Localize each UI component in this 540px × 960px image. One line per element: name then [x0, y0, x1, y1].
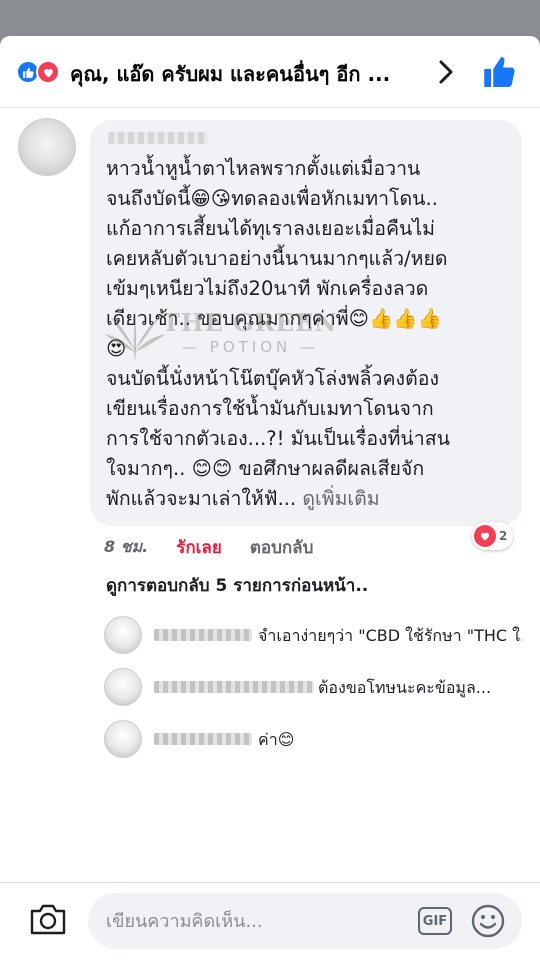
comment-body: หาวน้ำหูน้ำตาไหลพรากตั้งแต่เมื่อวาน จนถึ… [106, 154, 514, 514]
comment-timestamp: 8 ชม. [104, 536, 149, 556]
comment-line: เขียนเรื่องการใช้น้ำมันกับเมทาโดนจาก [106, 397, 434, 420]
commenter-name-blurred[interactable] [108, 132, 208, 144]
avatar[interactable] [104, 616, 142, 654]
comment-bubble[interactable]: หาวน้ำหูน้ำตาไหลพรากตั้งแต่เมื่อวาน จนถึ… [90, 120, 522, 526]
comment-composer: GIF [0, 882, 540, 960]
smiley-icon[interactable] [470, 903, 506, 939]
reply-author-blurred[interactable] [154, 681, 314, 693]
avatar[interactable] [104, 720, 142, 758]
comment-line: จนบัดนี้นั่งหน้าโน๊ตบุ๊คหัวโล่งพลิ้วคงต้… [106, 367, 439, 390]
comment-line: การใช้จากตัวเอง...?! มันเป็นเรื่องที่น่า… [106, 427, 450, 450]
comment-line-last: พักแล้วจะมาเล่าให้ฟั... ดูเพิ่มเติม [106, 484, 514, 514]
reply-text: ต้องขอโทษนะคะข้อมูล... [318, 678, 492, 697]
reply-text: จำเอาง่ายๆว่า "CBD ใช้รักษา "THC ใ... [258, 626, 522, 645]
reactions-header[interactable]: คุณ, แอ๊ด ครับผม และคนอื่นๆ อีก ... [0, 36, 540, 108]
reply-author-blurred[interactable] [154, 733, 252, 745]
reaction-count-badge[interactable]: 2 [472, 522, 514, 550]
like-button[interactable] [482, 54, 518, 90]
avatar[interactable] [18, 118, 76, 176]
comment-line: เคยหลับตัวเบาอย่างนี้นานมากๆแล้ว/หยด [106, 247, 448, 270]
gif-button[interactable]: GIF [418, 907, 452, 935]
see-more-link[interactable]: ดูเพิ่มเติม [302, 487, 379, 510]
comment-line: 😍 [106, 337, 127, 360]
comment-line: แก้อาการเสี้ยนได้ทุเราลงเยอะเมื่อคืนไม่ [106, 217, 436, 240]
comment-truncated-text: พักแล้วจะมาเล่าให้ฟั... [106, 487, 297, 510]
reply-item[interactable]: ค่า😊 [104, 720, 524, 760]
reply-text: ค่า😊 [258, 730, 295, 749]
view-previous-replies-link[interactable]: ดูการตอบกลับ 5 รายการก่อนหน้า.. [106, 572, 368, 599]
comment-actions: 8 ชม. รักเลย ตอบกลับ [104, 534, 313, 560]
love-button[interactable]: รักเลย [176, 534, 222, 561]
heart-icon [36, 60, 60, 84]
comment-line: เข้มๆเหนียวไม่ถึง20นาที พักเครื่องลวด [106, 277, 429, 300]
reaction-count: 2 [499, 529, 508, 543]
comment-line: จนถึงบัดนี้😁😘ทดลองเพื่อหักเมทาโดน.. [106, 187, 438, 210]
comment-line: หาวน้ำหูน้ำตาไหลพรากตั้งแต่เมื่อวาน [106, 157, 421, 180]
comment-line: ใจมากๆ.. 😊😊 ขอศึกษาผลดีผลเสียจัก [106, 457, 425, 480]
avatar[interactable] [104, 668, 142, 706]
heart-icon [474, 525, 496, 547]
reply-item[interactable]: ต้องขอโทษนะคะข้อมูล... [104, 668, 524, 708]
reactions-summary[interactable]: คุณ, แอ๊ด ครับผม และคนอื่นๆ อีก ... [70, 58, 420, 90]
comment-input[interactable] [88, 893, 522, 949]
reply-author-blurred[interactable] [154, 629, 252, 641]
status-bar [0, 0, 540, 34]
reply-item[interactable]: จำเอาง่ายๆว่า "CBD ใช้รักษา "THC ใ... [104, 616, 524, 656]
reply-button[interactable]: ตอบกลับ [250, 534, 314, 561]
comment-line: เดียวเช้า.. ขอบคุณมากๆค่าพี่😊👍👍👍 [106, 307, 442, 330]
camera-icon[interactable] [28, 901, 68, 937]
reaction-icons [16, 60, 66, 84]
chevron-right-icon[interactable] [436, 58, 456, 86]
comments-sheet: คุณ, แอ๊ด ครับผม และคนอื่นๆ อีก ... หาวน… [0, 36, 540, 960]
